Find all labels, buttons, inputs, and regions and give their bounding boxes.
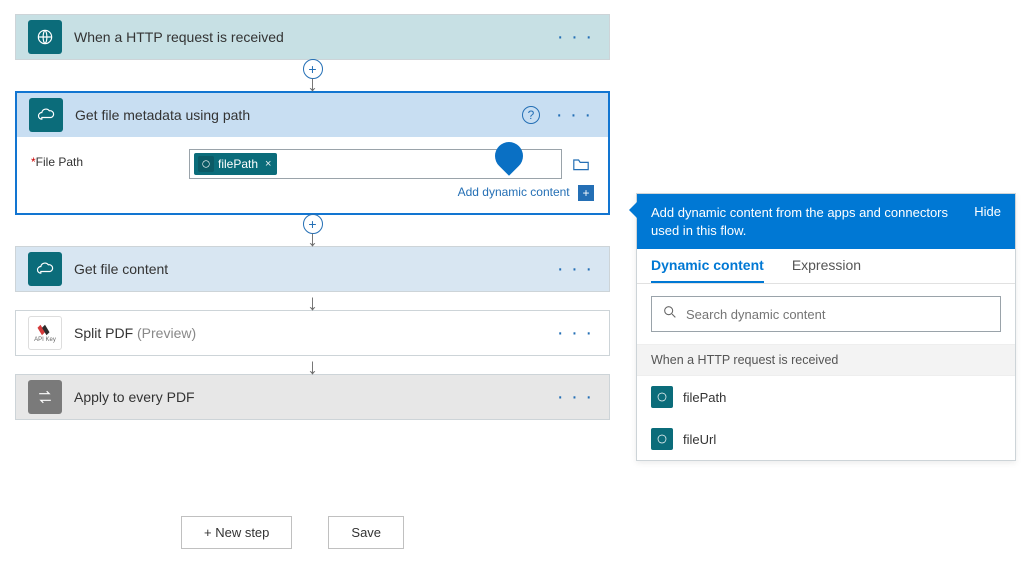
globe-icon (28, 20, 62, 54)
token-filepath[interactable]: filePath × (194, 153, 277, 175)
loop-icon (28, 380, 62, 414)
apikey-label: API Key (34, 337, 56, 343)
cloud-icon (29, 98, 63, 132)
source-icon (651, 428, 673, 450)
step-title: Get file content (74, 261, 553, 277)
add-dynamic-icon[interactable]: + (578, 185, 594, 201)
step-http-request[interactable]: When a HTTP request is received · · · (15, 14, 610, 60)
dynamic-option-filepath[interactable]: filePath (637, 376, 1015, 418)
remove-token-icon[interactable]: × (265, 158, 271, 170)
arrow-down-icon: ↓ (307, 232, 318, 246)
dynamic-option-fileurl[interactable]: fileUrl (637, 418, 1015, 460)
step-title: When a HTTP request is received (74, 29, 553, 45)
browse-folder-icon[interactable] (568, 150, 594, 178)
filepath-input[interactable]: filePath × (189, 149, 562, 179)
source-icon (651, 386, 673, 408)
search-icon (662, 304, 678, 325)
arrow-down-icon: ↓ (307, 360, 318, 374)
apikey-icon: API Key (28, 316, 62, 350)
step-get-content[interactable]: Get file content · · · (15, 246, 610, 292)
tab-expression[interactable]: Expression (792, 257, 861, 283)
token-source-icon (198, 156, 214, 172)
more-icon[interactable]: · · · (553, 322, 597, 345)
more-icon[interactable]: · · · (553, 258, 597, 281)
step-title: Apply to every PDF (74, 389, 553, 405)
option-label: fileUrl (683, 432, 716, 447)
insert-handle-icon (489, 136, 529, 176)
step-split-pdf[interactable]: API Key Split PDF (Preview) · · · (15, 310, 610, 356)
arrow-down-icon: ↓ (307, 296, 318, 310)
section-header: When a HTTP request is received (637, 344, 1015, 376)
dynamic-content-panel: Add dynamic content from the apps and co… (636, 193, 1016, 461)
tab-dynamic-content[interactable]: Dynamic content (651, 257, 764, 283)
hide-button[interactable]: Hide (974, 204, 1001, 219)
new-step-button[interactable]: + New step (181, 516, 292, 549)
more-icon[interactable]: · · · (553, 26, 597, 49)
step-title: Split PDF (Preview) (74, 325, 553, 341)
search-input[interactable] (651, 296, 1001, 332)
add-dynamic-content-link[interactable]: Add dynamic content (458, 185, 570, 199)
more-icon[interactable]: · · · (553, 386, 597, 409)
panel-pointer-icon (629, 202, 637, 218)
cloud-icon (28, 252, 62, 286)
token-label: filePath (218, 157, 258, 171)
arrow-down-icon: ↓ (307, 77, 318, 91)
field-label: *File Path (31, 149, 189, 169)
option-label: filePath (683, 390, 726, 405)
search-field[interactable] (686, 307, 990, 322)
help-icon[interactable]: ? (522, 106, 540, 124)
step-get-metadata[interactable]: Get file metadata using path ? · · · *Fi… (15, 91, 610, 215)
panel-header-text: Add dynamic content from the apps and co… (651, 204, 974, 239)
step-title: Get file metadata using path (75, 107, 522, 123)
save-button[interactable]: Save (328, 516, 404, 549)
step-apply-each[interactable]: Apply to every PDF · · · (15, 374, 610, 420)
more-icon[interactable]: · · · (552, 104, 596, 127)
